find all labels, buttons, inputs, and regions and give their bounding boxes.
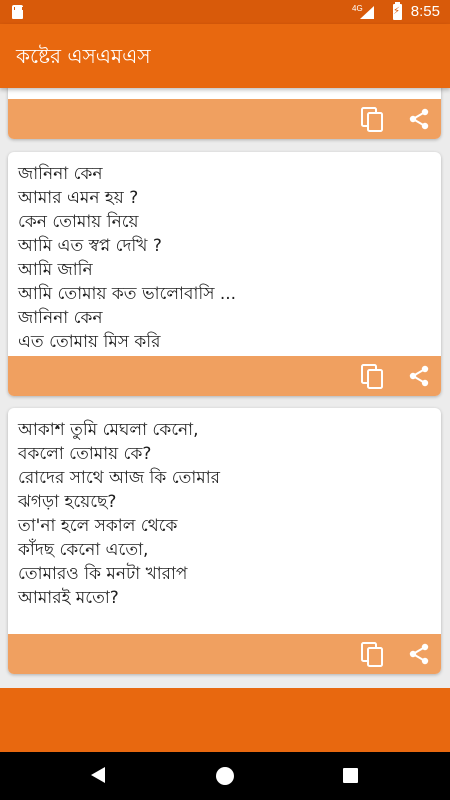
bottom-banner — [0, 688, 450, 752]
app-title: কষ্টের এসএমএস — [16, 44, 151, 68]
back-icon[interactable] — [91, 767, 105, 783]
signal-icon — [360, 6, 374, 19]
status-time: 8:55 — [410, 3, 440, 20]
share-icon[interactable] — [407, 642, 431, 666]
sd-card-icon — [12, 5, 23, 19]
sms-card — [8, 88, 441, 139]
copy-icon[interactable] — [361, 107, 385, 133]
share-icon[interactable] — [407, 107, 431, 131]
copy-icon[interactable] — [361, 642, 385, 668]
sms-card: আকাশ তুমি মেঘলা কেনো, বকলো তোমায় কে? রো… — [8, 408, 441, 674]
app-bar: কষ্টের এসএমএস — [0, 24, 450, 88]
share-icon[interactable] — [407, 364, 431, 388]
sms-text: জানিনা কেন আমার এমন হয় ? কেন তোমায় নিয… — [18, 164, 237, 352]
sms-card: জানিনা কেন আমার এমন হয় ? কেন তোমায় নিয… — [8, 152, 441, 396]
sms-card-actions — [8, 99, 441, 139]
sms-list[interactable]: জানিনা কেন আমার এমন হয় ? কেন তোমায় নিয… — [0, 88, 450, 688]
battery-charging-icon — [393, 2, 402, 20]
status-bar: 4G 8:55 — [0, 0, 450, 24]
sms-text: আকাশ তুমি মেঘলা কেনো, বকলো তোমায় কে? রো… — [18, 420, 221, 608]
recent-apps-icon[interactable] — [343, 768, 358, 783]
copy-icon[interactable] — [361, 364, 385, 390]
navigation-bar — [0, 752, 450, 800]
sms-card-actions — [8, 634, 441, 674]
home-icon[interactable] — [216, 767, 234, 785]
sms-card-actions — [8, 356, 441, 396]
